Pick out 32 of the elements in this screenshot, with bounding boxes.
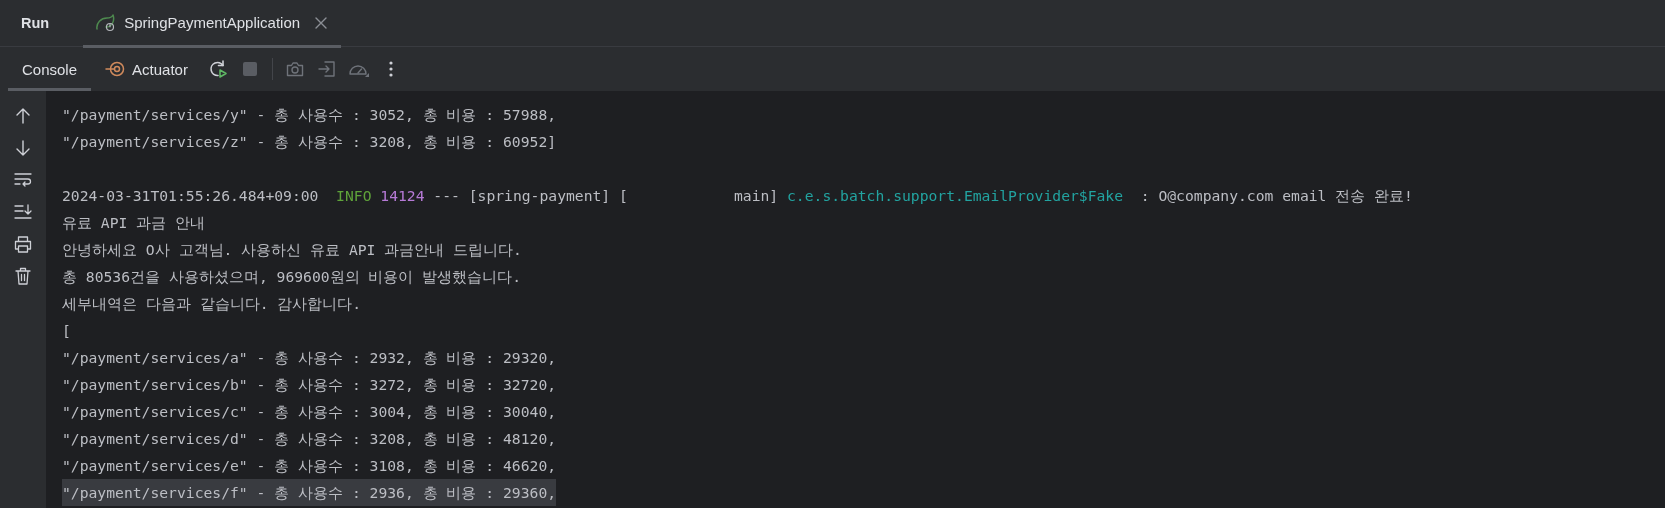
console-line: 총 80536건을 사용하셨으며, 969600원의 비용이 발생했습니다. <box>62 267 522 287</box>
soft-wrap-icon[interactable] <box>14 173 32 187</box>
log-level: INFO <box>336 187 372 204</box>
log-timestamp: 2024-03-31T01:55:26.484+09:00 <box>62 187 319 204</box>
arrow-up-icon[interactable] <box>16 108 30 124</box>
printer-icon[interactable] <box>14 235 32 253</box>
console-line: "/payment/services/a" - 총 사용수 : 2932, 총 비용 : 29320, <box>62 348 557 368</box>
log-pid: 14124 <box>380 187 425 204</box>
console-line: "/payment/services/d" - 총 사용수 : 3208, 총 비용 : 48120, <box>62 429 557 449</box>
console-line: "/payment/services/e" - 총 사용수 : 3108, 총 비용 : 46620, <box>62 456 557 476</box>
rerun-icon[interactable] <box>207 59 228 79</box>
console-line: "/payment/services/b" - 총 사용수 : 3272, 총 비용 : 32720, <box>62 375 557 395</box>
console-line: 유료 API 과금 안내 <box>62 213 206 233</box>
close-icon[interactable] <box>315 16 328 29</box>
more-icon[interactable] <box>388 61 393 77</box>
log-separator: --- <box>433 187 460 204</box>
actuator-icon <box>105 61 126 77</box>
toolbar-tab[interactable]: Actuator <box>91 47 202 91</box>
console-line: "/payment/services/y" - 총 사용수 : 3052, 총 비용 : 57988, <box>62 105 557 125</box>
console-line: [ <box>62 321 71 341</box>
console-line: "/payment/services/z" - 총 사용수 : 3208, 총 비용 : 60952] <box>62 132 557 152</box>
arrow-down-icon[interactable] <box>16 140 30 156</box>
log-message: : O@company.com email 전송 완료! <box>1140 187 1413 204</box>
tool-window-title: Run <box>20 15 51 31</box>
trash-icon[interactable] <box>15 267 31 285</box>
log-thread: [ main] <box>619 187 779 204</box>
console-line: 세부내역은 다음과 같습니다. 감사합니다. <box>62 294 362 314</box>
log-app: [spring-payment] <box>468 187 611 204</box>
scroll-to-end-icon[interactable] <box>14 204 32 220</box>
console-line: 안녕하세요 O사 고객님. 사용하신 유료 API 과금안내 드립니다. <box>62 240 522 260</box>
log-logger: c.e.s.batch.support.EmailProvider$Fake <box>787 187 1124 204</box>
console-line: "/payment/services/c" - 총 사용수 : 3004, 총 비용 : 30040, <box>62 402 557 422</box>
